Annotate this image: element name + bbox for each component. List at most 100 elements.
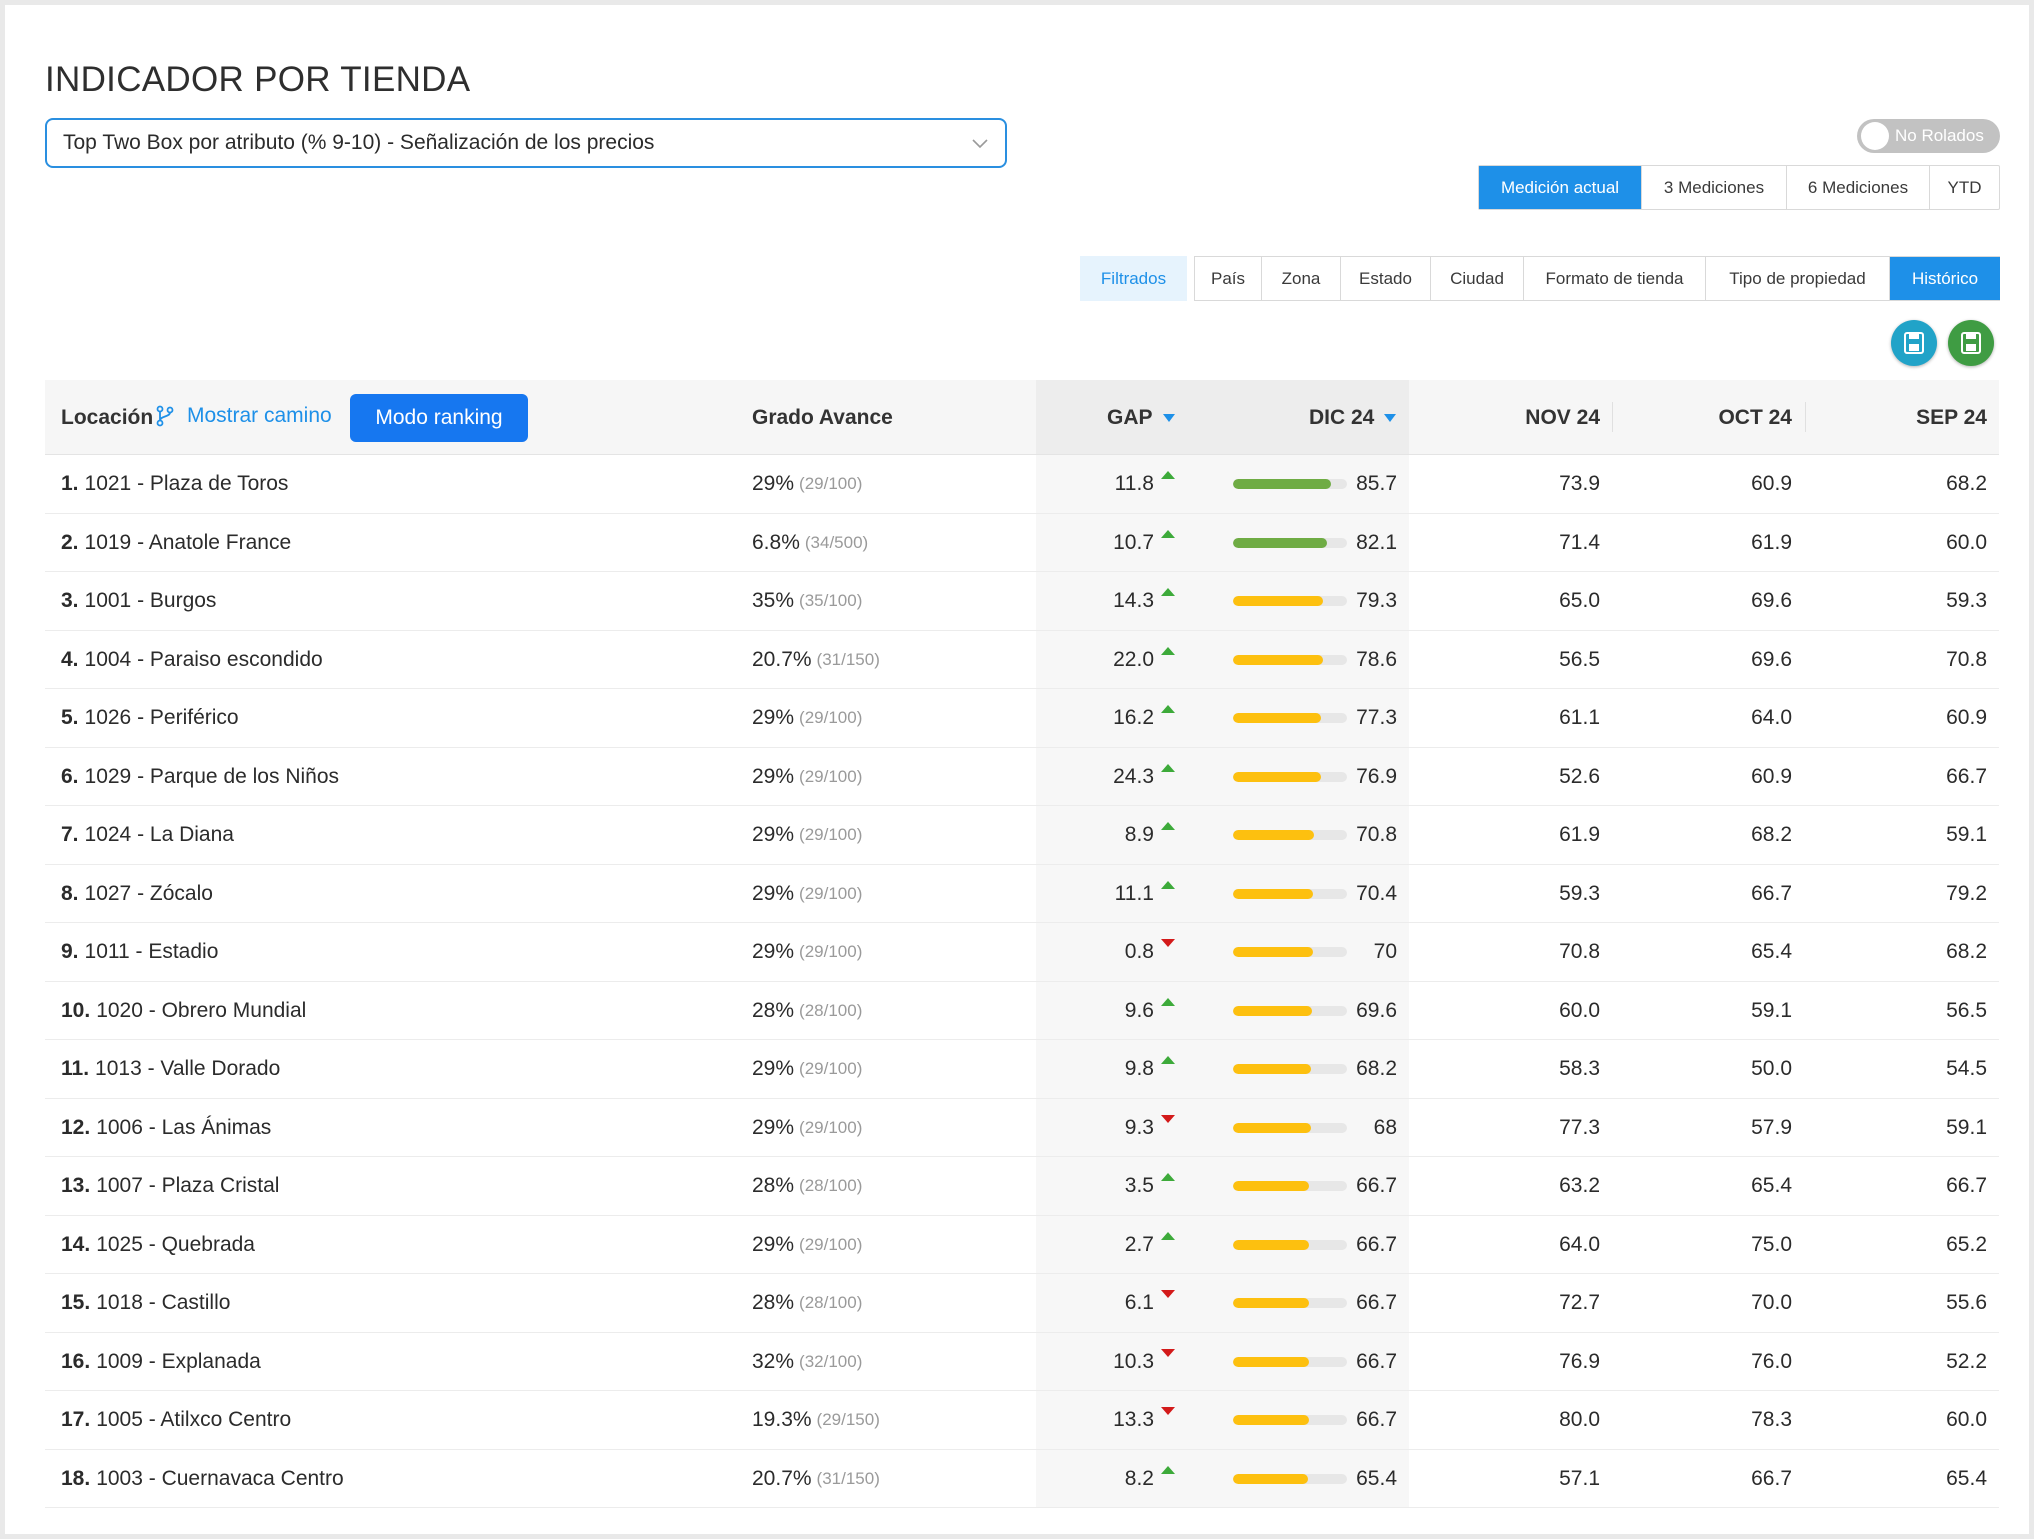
nov-value: 61.1	[1559, 706, 1600, 729]
score-bar-fill	[1233, 479, 1331, 489]
tab-historico[interactable]: Histórico	[1890, 256, 2000, 301]
location-cell: 10. 1020 - Obrero Mundial	[61, 982, 306, 1040]
gap-value: 8.9	[1124, 823, 1154, 846]
table-body: 1. 1021 - Plaza de Toros 29% (29/100) 11.8…	[45, 455, 1999, 1508]
ranking-mode-button[interactable]: Modo ranking	[350, 394, 528, 442]
column-divider	[1612, 402, 1613, 432]
col-dic-24[interactable]: DIC 24	[1309, 380, 1397, 455]
progress-ratio: (29/150)	[816, 1410, 880, 1429]
tab-pais[interactable]: País	[1194, 256, 1262, 301]
progress-cell: 35% (35/100)	[752, 572, 862, 630]
store-name: 1013 - Valle Dorado	[95, 1057, 281, 1080]
score-value: 76.9	[1356, 764, 1397, 788]
table-row[interactable]: 8. 1027 - Zócalo 29% (29/100) 11.1 70.4 59…	[45, 864, 1999, 923]
progress-cell: 29% (29/100)	[752, 1216, 862, 1274]
location-cell: 9. 1011 - Estadio	[61, 923, 218, 981]
sep-value: 66.7	[1946, 764, 1987, 788]
progress-cell: 29% (29/100)	[752, 689, 862, 747]
page-title: INDICADOR POR TIENDA	[45, 60, 471, 99]
location-cell: 16. 1009 - Explanada	[61, 1333, 261, 1391]
table-row[interactable]: 3. 1001 - Burgos 35% (35/100) 14.3 79.3 65…	[45, 572, 1999, 631]
sep-value: 59.1	[1946, 823, 1987, 846]
store-name: 1029 - Parque de los Niños	[84, 764, 340, 788]
gap-value: 10.7	[1113, 530, 1154, 554]
oct-value: 76.0	[1751, 1349, 1792, 1373]
export-button-green[interactable]	[1948, 320, 1994, 366]
table-row[interactable]: 5. 1026 - Periférico 29% (29/100) 16.2 77.…	[45, 689, 1999, 748]
score-value: 85.7	[1356, 472, 1397, 495]
triangle-down-icon	[1161, 1407, 1175, 1415]
tab-ytd[interactable]: YTD	[1930, 166, 1999, 209]
gap-cell: 16.2	[1045, 689, 1175, 747]
rank-number: 1.	[61, 472, 79, 495]
tab-3-mediciones[interactable]: 3 Mediciones	[1642, 166, 1787, 209]
col-oct-24[interactable]: OCT 24	[1645, 380, 1792, 455]
table-row[interactable]: 16. 1009 - Explanada 32% (32/100) 10.3 66.…	[45, 1332, 1999, 1391]
toggle-knob	[1861, 122, 1889, 150]
gap-cell: 2.7	[1045, 1216, 1175, 1274]
table-row[interactable]: 13. 1007 - Plaza Cristal 28% (28/100) 3.5 …	[45, 1157, 1999, 1216]
table-row[interactable]: 1. 1021 - Plaza de Toros 29% (29/100) 11.8…	[45, 455, 1999, 514]
tab-formato-de-tienda[interactable]: Formato de tienda	[1524, 256, 1706, 301]
table-row[interactable]: 4. 1004 - Paraiso escondido 20.7% (31/150)…	[45, 630, 1999, 689]
gap-value: 14.3	[1113, 589, 1154, 612]
store-name: 1027 - Zócalo	[84, 881, 213, 905]
score-bar	[1233, 1181, 1347, 1191]
col-sep-24[interactable]: SEP 24	[1835, 380, 1987, 455]
col-nov-24[interactable]: NOV 24	[1445, 380, 1600, 455]
oct-value: 57.9	[1751, 1115, 1792, 1139]
location-cell: 4. 1004 - Paraiso escondido	[61, 631, 323, 689]
tab-medicion-actual[interactable]: Medición actual	[1479, 166, 1642, 209]
table-row[interactable]: 11. 1013 - Valle Dorado 29% (29/100) 9.8 6…	[45, 1040, 1999, 1099]
rank-number: 3.	[61, 589, 79, 612]
nov-value: 61.9	[1559, 823, 1600, 846]
table-row[interactable]: 9. 1011 - Estadio 29% (29/100) 0.8 70 70.8…	[45, 923, 1999, 982]
gap-cell: 6.1	[1045, 1274, 1175, 1332]
nov-value: 73.9	[1559, 472, 1600, 495]
rank-number: 4.	[61, 647, 79, 671]
nov-value: 64.0	[1559, 1232, 1600, 1256]
col-grado-avance[interactable]: Grado Avance	[752, 380, 893, 455]
tab-tipo-de-propiedad[interactable]: Tipo de propiedad	[1706, 256, 1890, 301]
score-bar-fill	[1233, 1181, 1310, 1191]
no-rolados-toggle[interactable]: No Rolados	[1857, 119, 2000, 153]
tab-ciudad[interactable]: Ciudad	[1431, 256, 1524, 301]
table-row[interactable]: 10. 1020 - Obrero Mundial 28% (28/100) 9.6…	[45, 981, 1999, 1040]
oct-value: 78.3	[1751, 1408, 1792, 1431]
progress-percent: 28%	[752, 1291, 795, 1314]
tab-zona[interactable]: Zona	[1262, 256, 1341, 301]
col-locacion[interactable]: Locación	[61, 380, 153, 455]
sep-value: 65.4	[1946, 1466, 1987, 1490]
show-path-link[interactable]: Mostrar camino	[155, 404, 332, 428]
table-row[interactable]: 6. 1029 - Parque de los Niños 29% (29/100)…	[45, 747, 1999, 806]
table-row[interactable]: 15. 1018 - Castillo 28% (28/100) 6.1 66.7 …	[45, 1274, 1999, 1333]
location-cell: 13. 1007 - Plaza Cristal	[61, 1157, 279, 1215]
tab-filtrados[interactable]: Filtrados	[1080, 256, 1187, 301]
indicator-select[interactable]: Top Two Box por atributo (% 9-10) - Seña…	[45, 118, 1007, 168]
nov-value: 57.1	[1559, 1466, 1600, 1490]
col-gap[interactable]: GAP	[1107, 380, 1175, 455]
table-row[interactable]: 12. 1006 - Las Ánimas 29% (29/100) 9.3 68 …	[45, 1098, 1999, 1157]
table-row[interactable]: 7. 1024 - La Diana 29% (29/100) 8.9 70.8 6…	[45, 806, 1999, 865]
tab-estado[interactable]: Estado	[1341, 256, 1431, 301]
rank-number: 10.	[61, 998, 91, 1022]
location-cell: 1. 1021 - Plaza de Toros	[61, 455, 288, 513]
export-button-blue[interactable]	[1891, 320, 1937, 366]
progress-cell: 29% (29/100)	[752, 1099, 862, 1157]
store-name: 1003 - Cuernavaca Centro	[96, 1466, 344, 1490]
progress-cell: 28% (28/100)	[752, 1274, 862, 1332]
tab-6-mediciones[interactable]: 6 Mediciones	[1787, 166, 1930, 209]
gap-cell: 3.5	[1045, 1157, 1175, 1215]
table-row[interactable]: 14. 1025 - Quebrada 29% (29/100) 2.7 66.7 …	[45, 1215, 1999, 1274]
gap-cell: 0.8	[1045, 923, 1175, 981]
score-bar	[1233, 713, 1347, 723]
table-row[interactable]: 2. 1019 - Anatole France 6.8% (34/500) 10.…	[45, 513, 1999, 572]
table-row[interactable]: 18. 1003 - Cuernavaca Centro 20.7% (31/150…	[45, 1449, 1999, 1508]
table-row[interactable]: 17. 1005 - Atilxco Centro 19.3% (29/150) 1…	[45, 1391, 1999, 1450]
progress-percent: 29%	[752, 1057, 795, 1080]
rank-number: 13.	[61, 1174, 91, 1197]
sep-value: 52.2	[1946, 1349, 1987, 1373]
store-name: 1026 - Periférico	[84, 706, 239, 729]
progress-percent: 29%	[752, 940, 795, 963]
oct-value: 50.0	[1751, 1057, 1792, 1080]
